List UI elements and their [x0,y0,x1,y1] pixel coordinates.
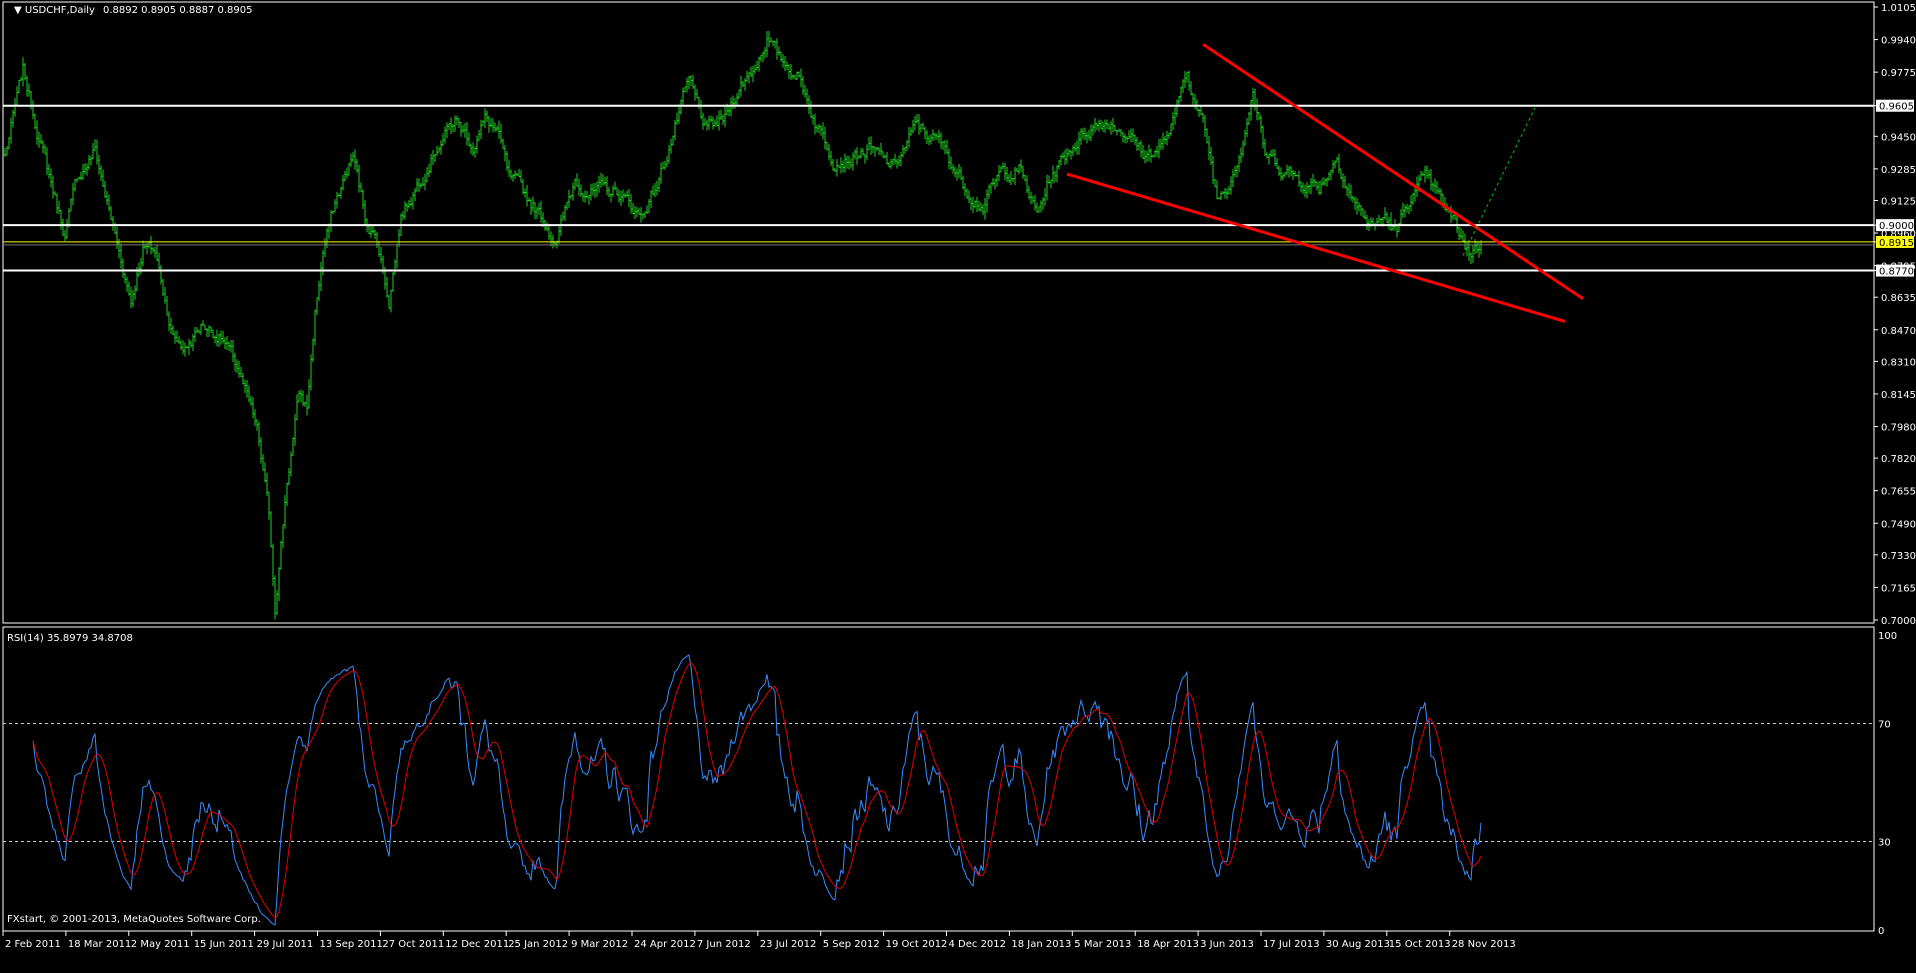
ohlc-values: 0.8892 0.8905 0.8887 0.8905 [103,5,253,16]
rsi-header: RSI(14) 35.8979 34.8708 [7,633,133,644]
x-tick-label: 18 Apr 2013 [1137,939,1199,950]
trendline-lower [1066,172,1566,323]
y-tick-label: 0.9125 [1881,196,1916,207]
price-bars [4,30,1482,620]
x-tick-label: 18 Mar 2011 [68,939,131,950]
rsi-line [32,654,1482,926]
dropdown-icon[interactable]: ▼ [14,5,25,16]
x-tick-label: 3 Jun 2013 [1200,939,1254,950]
chart-lines [3,43,1874,323]
trendline-upper [1202,43,1584,301]
y-tick-label: 0.7330 [1881,551,1916,562]
x-tick-label: 18 Jan 2013 [1011,939,1071,950]
y-tick-label: 0.7655 [1881,487,1916,498]
y-tick-label: 0.7165 [1881,583,1916,594]
copyright-text: FXstart, © 2001-2013, MetaQuotes Softwar… [7,914,261,925]
x-tick-label: 24 Apr 2012 [634,939,696,950]
rsi-tick-label: 30 [1878,838,1891,849]
rsi-pane [3,654,1874,926]
x-tick-label: 2 May 2011 [131,939,190,950]
x-tick-label: 12 Dec 2011 [445,939,509,950]
x-tick-label: 4 Dec 2012 [949,939,1007,950]
x-tick-label: 15 Oct 2013 [1389,939,1451,950]
x-tick-label: 2 Feb 2011 [5,939,61,950]
y-tick-label: 0.8310 [1881,357,1916,368]
axes: 1.0105 0.9940 0.9775 0.9605 0.9450 0.9285 0.91… [2,3,1916,950]
x-tick-label: 15 Jun 2011 [194,939,254,950]
x-tick-label: 27 Oct 2011 [382,939,444,950]
chart-canvas: 1.0105 0.9940 0.9775 0.9605 0.9450 0.9285 0.91… [2,1,1916,950]
x-tick-label: 23 Jul 2012 [760,939,817,950]
y-tick-label: 0.7980 [1881,423,1916,434]
price-label: 0.8770 [1879,267,1914,278]
y-tick-label: 0.9775 [1881,68,1916,79]
y-tick-label: 0.8145 [1881,390,1916,401]
y-tick-label: 0.9940 [1881,36,1916,47]
y-tick-label: 0.7000 [1881,616,1916,627]
x-tick-label: 19 Oct 2012 [886,939,948,950]
y-tick-label: 1.0105 [1881,3,1916,14]
rsi-tick-label: 70 [1878,720,1891,731]
x-tick-label: 29 Jul 2011 [257,939,314,950]
y-tick-label: 0.8470 [1881,326,1916,337]
rsi-tick-label: 100 [1878,631,1897,642]
y-tick-label: 0.9285 [1881,165,1916,176]
x-tick-label: 13 Sep 2011 [320,939,383,950]
x-tick-label: 7 Jun 2012 [697,939,751,950]
x-tick-label: 5 Mar 2013 [1074,939,1131,950]
forecast-line [1462,107,1536,256]
x-tick-label: 9 Mar 2012 [571,939,628,950]
symbol-header: ▼ USDCHF,Daily 0.8892 0.8905 0.8887 0.890… [14,5,252,16]
y-tick-label: 0.8635 [1881,293,1916,304]
price-label: 0.8915 [1879,238,1914,249]
symbol-label: USDCHF,Daily [25,5,95,16]
y-tick-label: 0.9450 [1881,132,1916,143]
rsi-tick-label: 0 [1878,926,1884,937]
y-tick-label: 0.7490 [1881,519,1916,530]
x-tick-label: 30 Aug 2013 [1326,939,1390,950]
x-tick-label: 5 Sep 2012 [823,939,880,950]
y-tick-label: 0.7820 [1881,454,1916,465]
price-label: 0.9605 [1879,102,1914,113]
main-pane-border [2,1,1875,624]
x-tick-label: 17 Jul 2013 [1263,939,1320,950]
x-tick-label: 25 Jan 2012 [508,939,568,950]
x-tick-label: 28 Nov 2013 [1452,939,1516,950]
